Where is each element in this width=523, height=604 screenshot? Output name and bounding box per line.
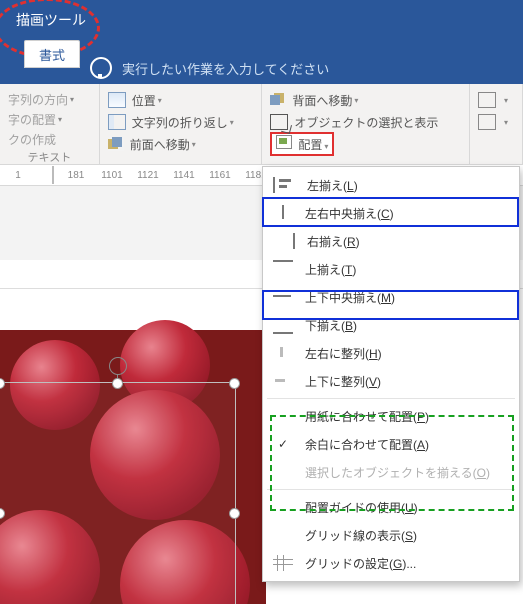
align-top-icon — [273, 260, 293, 278]
grid-settings-icon — [273, 555, 293, 571]
text-direction-button[interactable]: 字列の方向▾ — [8, 89, 91, 109]
menu-align-center-h[interactable]: 左右中央揃え(C) — [263, 199, 519, 227]
distribute-h-icon — [273, 345, 293, 361]
shape-selection[interactable] — [0, 382, 236, 604]
menu-distribute-h[interactable]: 左右に整列(H) — [263, 339, 519, 367]
resize-handle[interactable] — [229, 508, 240, 519]
align-middle-v-icon — [273, 289, 293, 305]
menu-align-bottom[interactable]: 下揃え(B) — [263, 311, 519, 339]
ribbon: 字列の方向▾ 字の配置▾ クの作成 テキスト 位置▾ 文字列の折り返し▾ 前面へ… — [0, 84, 523, 165]
menu-use-guides[interactable]: 配置ガイドの使用(U) — [263, 493, 519, 521]
menu-distribute-v[interactable]: 上下に整列(V) — [263, 367, 519, 395]
menu-align-to-margin[interactable]: ✓余白に合わせて配置(A) — [263, 430, 519, 458]
send-backward-icon — [270, 93, 286, 107]
group-label-text: テキスト — [8, 149, 91, 162]
bring-forward-button[interactable]: 前面へ移動▾ — [108, 133, 254, 155]
ribbon-group-arrange2: 背面へ移動▾ オブジェクトの選択と表示 配置▾ — [262, 84, 470, 164]
bring-forward-icon — [108, 137, 124, 151]
lightbulb-icon — [90, 57, 112, 79]
menu-separator — [267, 489, 515, 490]
check-icon: ✓ — [273, 437, 293, 451]
resize-handle[interactable] — [229, 378, 240, 389]
ribbon-group-arrange1: 位置▾ 文字列の折り返し▾ 前面へ移動▾ — [100, 84, 263, 164]
rotate-handle[interactable] — [109, 357, 127, 375]
menu-show-grid[interactable]: グリッド線の表示(S) — [263, 521, 519, 549]
ribbon-group-misc: ▾ ▾ — [470, 84, 523, 164]
align-center-h-icon — [273, 205, 293, 221]
position-icon — [108, 92, 126, 108]
menu-align-left[interactable]: 左揃え(L) — [263, 171, 519, 199]
align-left-icon — [273, 177, 295, 193]
align-text-button[interactable]: 字の配置▾ — [8, 109, 91, 129]
align-menu-button[interactable]: 配置▾ — [270, 133, 461, 155]
rotate-button[interactable]: ▾ — [478, 111, 514, 133]
send-backward-button[interactable]: 背面へ移動▾ — [270, 89, 461, 111]
contextual-tool-titlebar: 描画ツール 書式 — [0, 0, 523, 52]
resize-handle[interactable] — [0, 508, 5, 519]
menu-separator — [267, 398, 515, 399]
rotate-icon — [478, 114, 496, 130]
group-objects-button[interactable]: ▾ — [478, 89, 514, 111]
align-right-icon — [273, 233, 295, 249]
tellme-input[interactable]: 実行したい作業を入力してください — [122, 59, 329, 78]
ribbon-group-text: 字列の方向▾ 字の配置▾ クの作成 テキスト — [0, 84, 100, 164]
group-icon — [478, 92, 496, 108]
tab-format[interactable]: 書式 — [24, 40, 80, 68]
align-icon — [276, 135, 292, 149]
wrap-icon — [108, 114, 126, 130]
selection-pane-icon — [270, 114, 288, 130]
position-button[interactable]: 位置▾ — [108, 89, 254, 111]
drawing-tools-title: 描画ツール — [16, 10, 86, 30]
distribute-v-icon — [273, 373, 293, 389]
align-bottom-icon — [273, 316, 293, 334]
wrap-text-button[interactable]: 文字列の折り返し▾ — [108, 111, 254, 133]
menu-align-middle-v[interactable]: 上下中央揃え(M) — [263, 283, 519, 311]
resize-handle[interactable] — [112, 378, 123, 389]
menu-align-right[interactable]: 右揃え(R) — [263, 227, 519, 255]
menu-align-to-page[interactable]: 用紙に合わせて配置(P) — [263, 402, 519, 430]
align-dropdown-menu: 左揃え(L) 左右中央揃え(C) 右揃え(R) 上揃え(T) 上下中央揃え(M)… — [262, 166, 520, 582]
menu-align-selected: 選択したオブジェクトを揃える(O) — [263, 458, 519, 486]
selection-pane-button[interactable]: オブジェクトの選択と表示 — [270, 111, 461, 133]
menu-align-top[interactable]: 上揃え(T) — [263, 255, 519, 283]
menu-grid-settings[interactable]: グリッドの設定(G)... — [263, 549, 519, 577]
create-link-button[interactable]: クの作成 — [8, 129, 91, 149]
